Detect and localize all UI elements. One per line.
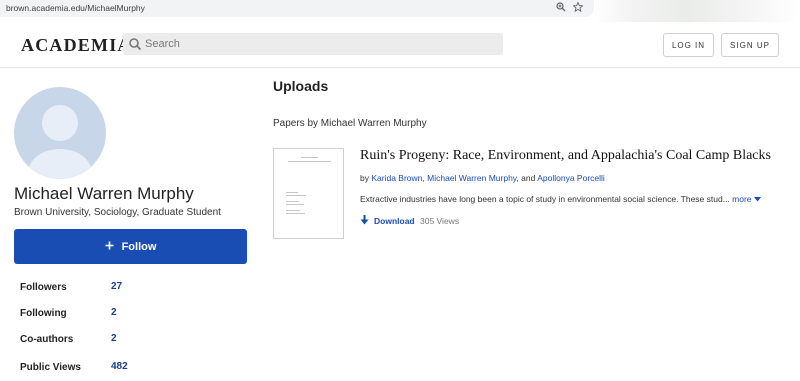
search-box[interactable] <box>123 33 503 55</box>
stat-label-following: Following <box>20 308 67 319</box>
paper-views: 305 Views <box>420 216 460 226</box>
plus-icon <box>105 241 114 253</box>
profile-affiliation: Brown University, Sociology, Graduate St… <box>14 207 221 218</box>
site-header: ACADEMIA LOG IN SIGN UP <box>0 22 800 68</box>
caret-down-icon <box>753 194 761 204</box>
academia-logo[interactable]: ACADEMIA <box>21 35 132 56</box>
author-link[interactable]: Karida Brown <box>371 173 422 183</box>
download-label: Download <box>374 216 415 226</box>
paper-abstract: Extractive industries have long been a t… <box>360 194 761 204</box>
more-link[interactable]: more <box>732 194 761 204</box>
login-button[interactable]: LOG IN <box>663 33 714 57</box>
author-separator: , and <box>516 173 536 183</box>
browser-url[interactable]: brown.academia.edu/MichaelMurphy <box>6 3 145 13</box>
star-icon[interactable] <box>572 1 584 16</box>
stat-label-coauthors: Co-authors <box>20 334 74 345</box>
paper-authors: by Karida Brown, Michael Warren Murphy, … <box>360 173 605 183</box>
search-icon <box>128 37 142 51</box>
stat-value-following[interactable]: 2 <box>111 307 117 318</box>
stat-value-followers[interactable]: 27 <box>111 281 122 292</box>
by-label: by <box>360 173 369 183</box>
abstract-text: Extractive industries have long been a t… <box>360 194 730 204</box>
author-separator: , <box>422 173 425 183</box>
section-title: Uploads <box>273 78 329 94</box>
stat-label-public-views: Public Views <box>20 362 81 373</box>
signup-button[interactable]: SIGN UP <box>721 33 779 57</box>
search-input[interactable] <box>145 33 495 55</box>
papers-by-heading: Papers by Michael Warren Murphy <box>273 118 427 129</box>
avatar <box>14 87 106 179</box>
profile-name: Michael Warren Murphy <box>14 184 194 203</box>
download-button[interactable]: Download <box>360 215 415 227</box>
author-link[interactable]: Apollonya Porcelli <box>537 173 605 183</box>
follow-button[interactable]: Follow <box>14 229 247 264</box>
follow-label: Follow <box>121 240 157 253</box>
paper-thumbnail[interactable] <box>273 148 344 239</box>
stat-label-followers: Followers <box>20 282 67 293</box>
stat-value-public-views: 482 <box>111 361 128 372</box>
zoom-icon[interactable] <box>556 2 566 16</box>
paper-title[interactable]: Ruin's Progeny: Race, Environment, and A… <box>360 148 771 164</box>
author-link[interactable]: Michael Warren Murphy <box>427 173 516 183</box>
browser-toolbar-blur <box>594 0 800 22</box>
stat-value-coauthors[interactable]: 2 <box>111 333 117 344</box>
download-icon <box>360 215 369 227</box>
browser-url-bar[interactable]: brown.academia.edu/MichaelMurphy <box>0 0 594 17</box>
